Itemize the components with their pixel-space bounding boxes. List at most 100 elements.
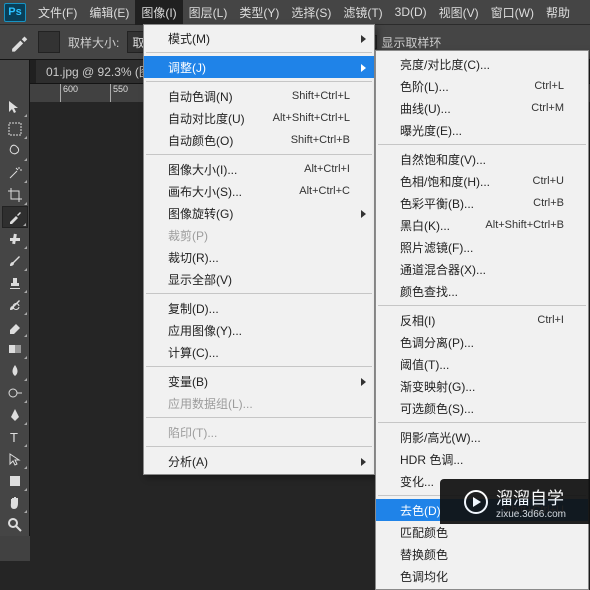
menu-item-shortcut: Shift+Ctrl+B: [291, 134, 350, 146]
menu-item[interactable]: 复制(D)...: [144, 297, 374, 319]
menu-separator: [146, 446, 372, 447]
heal-tool[interactable]: [2, 228, 28, 250]
menu-item[interactable]: 照片滤镜(F)...: [376, 236, 588, 258]
menu-item[interactable]: 色调分离(P)...: [376, 331, 588, 353]
menu-item[interactable]: 调整(J): [144, 56, 374, 78]
color-swatch[interactable]: [38, 31, 60, 53]
brush-tool[interactable]: [2, 250, 28, 272]
menu-item[interactable]: 阴影/高光(W)...: [376, 426, 588, 448]
submenu-arrow-icon: [361, 35, 366, 43]
move-tool[interactable]: [2, 96, 28, 118]
type-tool[interactable]: T: [2, 426, 28, 448]
menu-item[interactable]: 替换颜色: [376, 543, 588, 565]
menu-item-label: 调整(J): [168, 59, 350, 76]
menu-item-label: 阈值(T)...: [400, 356, 564, 373]
menu-image[interactable]: 图像(I): [135, 0, 182, 25]
menu-item[interactable]: 自动对比度(U)Alt+Shift+Ctrl+L: [144, 107, 374, 129]
menu-item-label: 反相(I): [400, 312, 521, 329]
pen-tool[interactable]: [2, 404, 28, 426]
menu-item-shortcut: Alt+Ctrl+I: [304, 163, 350, 175]
hand-tool[interactable]: [2, 492, 28, 514]
menu-item[interactable]: 裁切(R)...: [144, 246, 374, 268]
menu-item[interactable]: 图像旋转(G): [144, 202, 374, 224]
menu-item-label: 应用数据组(L)...: [168, 395, 350, 412]
menu-item-label: 自动色调(N): [168, 88, 276, 105]
menu-item[interactable]: 匹配颜色: [376, 521, 588, 543]
menu-item[interactable]: 渐变映射(G)...: [376, 375, 588, 397]
menu-file[interactable]: 文件(F): [32, 0, 83, 25]
eyedropper-icon: [8, 31, 30, 53]
menu-item[interactable]: 通道混合器(X)...: [376, 258, 588, 280]
menu-edit[interactable]: 编辑(E): [83, 0, 135, 25]
menu-item[interactable]: 自动色调(N) Shift+Ctrl+L: [144, 85, 374, 107]
menu-item-label: 裁剪(P): [168, 227, 350, 244]
menu-item[interactable]: 分析(A): [144, 450, 374, 472]
menu-item[interactable]: 色阶(L)...Ctrl+L: [376, 75, 588, 97]
menu-item[interactable]: 曝光度(E)...: [376, 119, 588, 141]
menu-item-label: 黑白(K)...: [400, 217, 469, 234]
menu-item-label: 裁切(R)...: [168, 249, 350, 266]
menu-item[interactable]: 画布大小(S)...Alt+Ctrl+C: [144, 180, 374, 202]
menu-item-shortcut: Alt+Ctrl+C: [299, 185, 350, 197]
menu-item[interactable]: 曲线(U)...Ctrl+M: [376, 97, 588, 119]
menu-item[interactable]: 模式(M): [144, 27, 374, 49]
menu-item[interactable]: 应用图像(Y)...: [144, 319, 374, 341]
menu-item: 陷印(T)...: [144, 421, 374, 443]
menu-item[interactable]: 显示全部(V): [144, 268, 374, 290]
menu-item-label: 色调分离(P)...: [400, 334, 564, 351]
menu-item[interactable]: 阈值(T)...: [376, 353, 588, 375]
history-brush-tool[interactable]: [2, 294, 28, 316]
menu-item-label: 色彩平衡(B)...: [400, 195, 517, 212]
menu-item-label: 替换颜色: [400, 546, 564, 563]
menu-3d[interactable]: 3D(D): [389, 1, 433, 23]
menu-item[interactable]: 计算(C)...: [144, 341, 374, 363]
menu-item[interactable]: 自动颜色(O) Shift+Ctrl+B: [144, 129, 374, 151]
image-dropdown-menu: 模式(M) 调整(J) 自动色调(N) Shift+Ctrl+L 自动对比度(U)Alt…: [143, 24, 375, 475]
menu-separator: [146, 417, 372, 418]
menu-item[interactable]: 黑白(K)... Alt+Shift+Ctrl+B: [376, 214, 588, 236]
menu-help[interactable]: 帮助: [540, 0, 576, 25]
play-icon: [464, 490, 488, 514]
menu-item-shortcut: Alt+Shift+Ctrl+B: [485, 219, 564, 231]
menu-item-label: 显示全部(V): [168, 271, 350, 288]
menu-layer[interactable]: 图层(L): [183, 0, 234, 25]
menu-item[interactable]: 可选颜色(S)...: [376, 397, 588, 419]
blur-tool[interactable]: [2, 360, 28, 382]
menu-item[interactable]: 自然饱和度(V)...: [376, 148, 588, 170]
gradient-tool[interactable]: [2, 338, 28, 360]
menu-item-label: 自动颜色(O): [168, 132, 275, 149]
menu-window[interactable]: 窗口(W): [485, 0, 540, 25]
menu-item[interactable]: HDR 色调...: [376, 448, 588, 470]
menu-filter[interactable]: 滤镜(T): [337, 0, 388, 25]
menu-item-label: 色阶(L)...: [400, 78, 518, 95]
lasso-tool[interactable]: [2, 140, 28, 162]
eyedropper-tool[interactable]: [2, 206, 28, 228]
menu-item-shortcut: Shift+Ctrl+L: [292, 90, 350, 102]
menu-item[interactable]: 色相/饱和度(H)...Ctrl+U: [376, 170, 588, 192]
stamp-tool[interactable]: [2, 272, 28, 294]
eraser-tool[interactable]: [2, 316, 28, 338]
dodge-tool[interactable]: [2, 382, 28, 404]
menu-item-label: 阴影/高光(W)...: [400, 429, 564, 446]
zoom-tool[interactable]: [2, 514, 28, 536]
menu-item[interactable]: 图像大小(I)... Alt+Ctrl+I: [144, 158, 374, 180]
submenu-arrow-icon: [361, 64, 366, 72]
menu-view[interactable]: 视图(V): [433, 0, 485, 25]
wand-tool[interactable]: [2, 162, 28, 184]
menu-select[interactable]: 选择(S): [285, 0, 337, 25]
marquee-tool[interactable]: [2, 118, 28, 140]
menu-item[interactable]: 变量(B): [144, 370, 374, 392]
menu-item[interactable]: 色彩平衡(B)...Ctrl+B: [376, 192, 588, 214]
path-tool[interactable]: [2, 448, 28, 470]
shape-tool[interactable]: [2, 470, 28, 492]
menu-item[interactable]: 色调均化: [376, 565, 588, 587]
menu-item-shortcut: Ctrl+M: [531, 102, 564, 114]
menu-item-label: 图像大小(I)...: [168, 161, 288, 178]
menu-item[interactable]: 反相(I)Ctrl+I: [376, 309, 588, 331]
menu-separator: [146, 293, 372, 294]
menu-item-label: 应用图像(Y)...: [168, 322, 350, 339]
menu-type[interactable]: 类型(Y): [233, 0, 285, 25]
menu-item[interactable]: 亮度/对比度(C)...: [376, 53, 588, 75]
menu-item[interactable]: 颜色查找...: [376, 280, 588, 302]
crop-tool[interactable]: [2, 184, 28, 206]
